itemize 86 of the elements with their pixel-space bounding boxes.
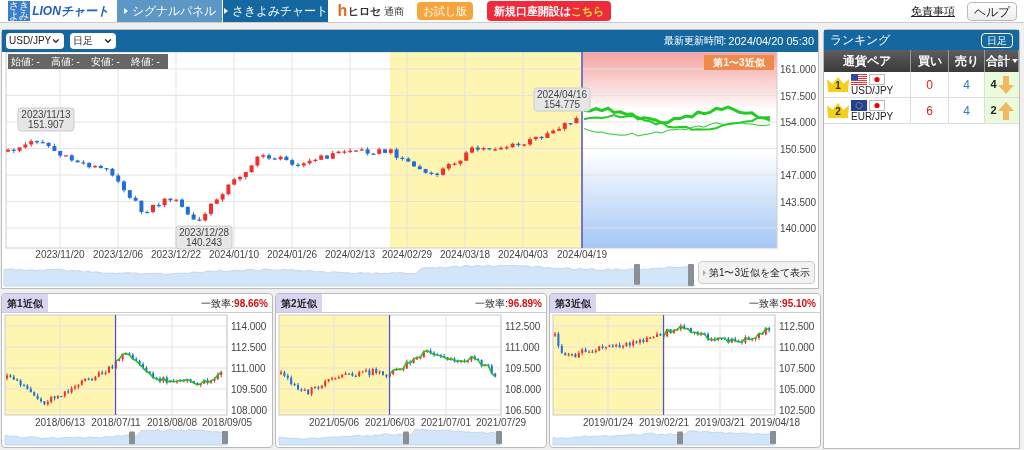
broker-suffix: 通商: [384, 5, 405, 19]
axis-label: 2024/01/10: [208, 248, 260, 260]
match-rate-value: 96.89%: [508, 296, 542, 311]
axis-label: 147.000: [780, 169, 817, 181]
price-callout: 2024/04/16 154.775: [533, 87, 591, 112]
column-header[interactable]: 買い: [911, 50, 949, 72]
similar-chart-tab[interactable]: 第1近似: [2, 294, 48, 312]
axis-label: 2024/02/13: [324, 248, 376, 260]
axis-label: 111.000: [231, 363, 266, 374]
axis-label: 2018/08/08: [146, 417, 198, 428]
axis-label: 2023/12/06: [92, 248, 144, 260]
axis-label: 2021/07/29: [475, 417, 527, 428]
nav-tab[interactable]: さきよみチャート: [223, 0, 329, 22]
period-button[interactable]: 日足: [981, 32, 1013, 48]
axis-label: 112.500: [779, 321, 815, 332]
show-all-button[interactable]: 第1〜3近似を全て表示: [697, 261, 815, 284]
axis-label: 140.000: [780, 222, 817, 234]
axis-label: 111.000: [505, 342, 540, 353]
rank-crown-badge: 2: [827, 103, 849, 118]
axis-label: 2024/04/19: [556, 248, 608, 260]
axis-label: 2021/06/03: [364, 417, 416, 428]
axis-label: 2024/04/03: [497, 248, 549, 260]
logo-text: LIONチャート: [32, 3, 109, 20]
axis-label: 2018/07/11: [91, 417, 141, 428]
axis-label: 2024/01/26: [266, 248, 318, 260]
match-rate-label: 一致率:: [749, 296, 783, 311]
update-time-value: 2024/04/20 05:30: [728, 33, 814, 49]
axis-label: 2021/07/01: [420, 417, 472, 428]
axis-label: 2023/11/20: [35, 248, 85, 260]
axis-label: 2018/06/13: [34, 417, 86, 428]
pair-select[interactable]: USD/JPY: [6, 32, 64, 49]
period-select[interactable]: 日足: [70, 32, 116, 49]
axis-label: 114.000: [231, 321, 267, 332]
column-header[interactable]: 合計: [985, 50, 1019, 72]
signup-button[interactable]: 新規口座開設はこちら: [487, 0, 611, 22]
axis-label: 2024/03/18: [439, 248, 491, 260]
buy-count: 6: [911, 98, 949, 124]
axis-label: 106.500: [505, 405, 542, 416]
axis-label: 112.500: [231, 342, 267, 353]
pair-name: USD/JPY: [851, 84, 894, 96]
axis-label: 2021/05/06: [308, 417, 360, 428]
broker-mark: h: [337, 3, 348, 19]
broker-name: ヒロセ: [348, 3, 382, 19]
axis-label: 157.500: [780, 90, 817, 102]
total-count: 4: [990, 77, 997, 93]
update-time-label: 最新更新時間:: [663, 34, 727, 49]
match-rate-label: 一致率:: [475, 296, 509, 311]
axis-label: 2018/09/05: [201, 417, 253, 428]
column-header[interactable]: 通貨ペア: [824, 50, 911, 72]
axis-label: 109.500: [231, 384, 268, 395]
column-header[interactable]: 売り: [949, 50, 985, 72]
axis-label: 110.000: [779, 342, 815, 353]
axis-label: 154.000: [780, 116, 817, 128]
trial-badge: お試し版: [417, 1, 473, 21]
axis-label: 109.500: [505, 363, 542, 374]
axis-label: 2019/04/18: [749, 417, 801, 428]
axis-label: 2023/12/22: [150, 248, 202, 260]
axis-label: 112.500: [505, 321, 541, 332]
axis-label: 2019/01/24: [582, 417, 634, 428]
logo-badge: さきよみ: [8, 1, 31, 21]
match-rate-label: 一致率:: [201, 296, 235, 311]
disclaimer-link[interactable]: 免責事項: [911, 2, 955, 20]
rank-crown-badge: 1: [827, 77, 849, 92]
axis-label: 102.500: [779, 405, 816, 416]
axis-label: 143.500: [780, 196, 817, 208]
price-callout: 2023/11/13 151.907: [17, 107, 75, 132]
axis-label: 2024/02/29: [381, 248, 433, 260]
match-rate-value: 98.66%: [234, 296, 268, 311]
ranking-title: ランキング: [830, 32, 890, 49]
similar-chart-tab[interactable]: 第3近似: [550, 294, 596, 312]
buy-count: 0: [911, 72, 949, 98]
axis-label: 2019/02/21: [638, 417, 690, 428]
price-callout: 2023/12/28 140.243: [175, 225, 233, 250]
axis-label: 108.000: [505, 384, 542, 395]
match-rate-value: 95.10%: [782, 296, 816, 311]
axis-label: 2019/03/21: [694, 417, 746, 428]
help-button[interactable]: ヘルプ: [967, 1, 1017, 21]
axis-label: 150.500: [780, 143, 817, 155]
axis-label: 108.000: [231, 405, 268, 416]
similar-chart-tab[interactable]: 第2近似: [276, 294, 322, 312]
ohlc-info-box: 始値: - 高値: - 安値: - 終値: -: [8, 53, 168, 69]
axis-label: 161.000: [780, 63, 817, 75]
pair-name: EUR/JPY: [851, 110, 894, 122]
axis-label: 107.500: [779, 363, 816, 374]
total-count: 2: [990, 103, 997, 119]
axis-label: 105.000: [779, 384, 816, 395]
